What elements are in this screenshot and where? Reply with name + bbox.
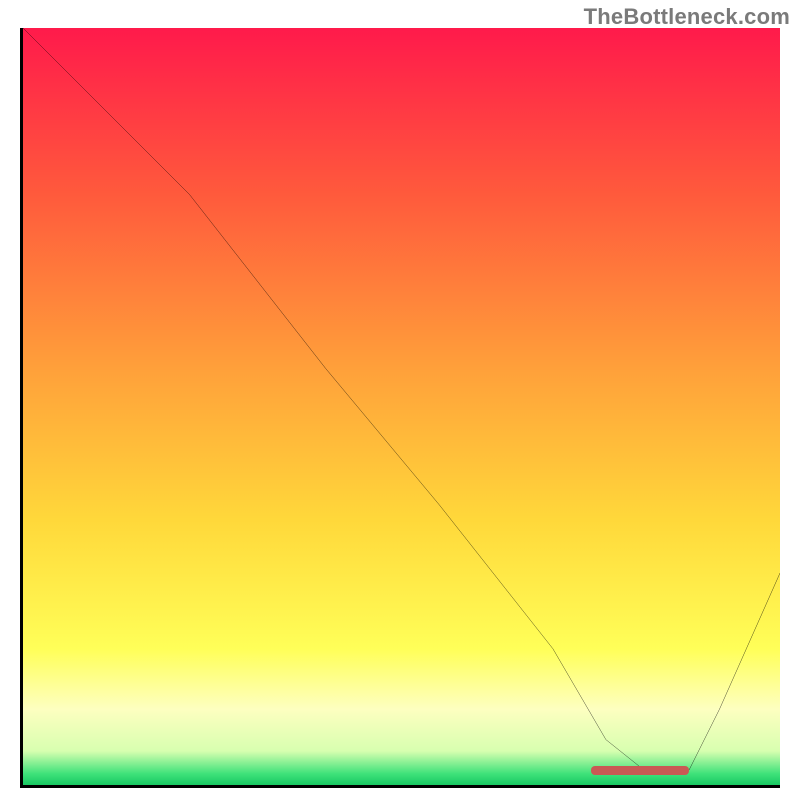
chart-frame [20,28,780,788]
chart-plot-area [23,28,780,785]
optimal-range-marker [591,766,689,775]
bottleneck-curve-line [23,28,780,785]
watermark-text: TheBottleneck.com [584,4,790,30]
